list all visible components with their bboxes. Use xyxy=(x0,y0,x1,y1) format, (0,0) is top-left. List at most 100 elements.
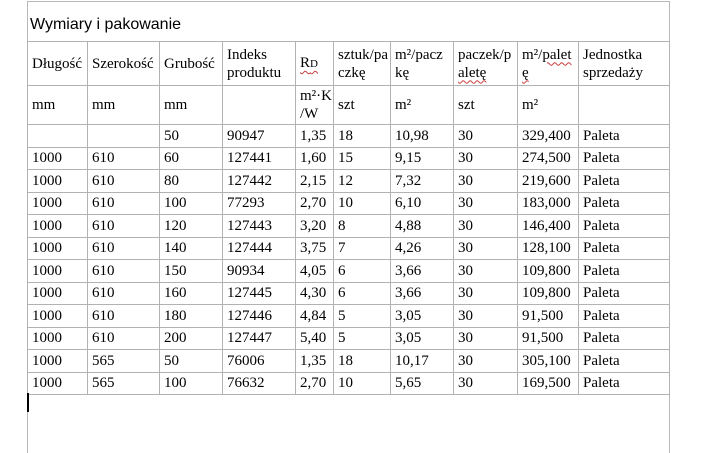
table-cell: 4,30 xyxy=(295,281,334,305)
table-cell: 274,500 xyxy=(517,146,579,170)
header-text: sztuk/pa xyxy=(338,46,388,63)
misspelled-text: palet xyxy=(542,46,572,63)
table-cell: 610 xyxy=(87,281,160,305)
table-cell: 180 xyxy=(159,304,223,328)
header-cell: Szerokość xyxy=(87,41,160,86)
header-row: Długość Szerokość Grubość Indeks produktu RD s… xyxy=(27,41,670,86)
table-cell: 610 xyxy=(87,236,160,260)
table-cell: 1,35 xyxy=(295,124,334,148)
header-cell: paczek/p aletę xyxy=(453,41,518,86)
text-boundary-top xyxy=(27,1,670,2)
table-row: 1000 610 140 127444 3,75 7 4,26 30 128,100 Paleta xyxy=(27,236,670,260)
unit-cell: mm xyxy=(27,85,88,125)
table-cell: Paleta xyxy=(578,236,670,260)
header-text: Indeks xyxy=(227,46,267,63)
table-cell: 80 xyxy=(159,169,223,193)
table-row: 50 90947 1,35 18 10,98 30 329,400 Paleta xyxy=(27,124,670,148)
table-cell: 90934 xyxy=(222,259,296,283)
table-cell: 18 xyxy=(333,349,391,373)
table-cell: 1000 xyxy=(27,236,88,260)
table-row: 1000 610 120 127443 3,20 8 4,88 30 146,400 Paleta xyxy=(27,214,670,238)
table-row: 1000 610 180 127446 4,84 5 3,05 30 91,500 Paleta xyxy=(27,304,670,328)
misspelled-text: ę xyxy=(522,64,529,81)
unit-cell: szt xyxy=(333,85,391,125)
table-cell: 1000 xyxy=(27,259,88,283)
table-cell: Paleta xyxy=(578,259,670,283)
header-cell: RD xyxy=(295,41,334,86)
header-text: czkę xyxy=(338,64,366,81)
table-cell: 9,15 xyxy=(390,146,454,170)
table-cell: 18 xyxy=(333,124,391,148)
table-cell: 100 xyxy=(159,191,223,215)
table-cell: 2,70 xyxy=(295,191,334,215)
table-cell: 127444 xyxy=(222,236,296,260)
table-cell: 77293 xyxy=(222,191,296,215)
table-cell: 169,500 xyxy=(517,371,579,395)
table-cell: 3,75 xyxy=(295,236,334,260)
table-cell: 120 xyxy=(159,214,223,238)
table-cell: Paleta xyxy=(578,169,670,193)
table-cell: 1000 xyxy=(27,214,88,238)
table-cell: Paleta xyxy=(578,371,670,395)
table-cell: 109,800 xyxy=(517,259,579,283)
table-cell: 7 xyxy=(333,236,391,260)
table-cell: 10 xyxy=(333,191,391,215)
table-cell: 30 xyxy=(453,281,518,305)
unit-cell xyxy=(222,85,296,125)
header-cell: sztuk/pa czkę xyxy=(333,41,391,86)
table-cell: Paleta xyxy=(578,304,670,328)
table-cell: 5 xyxy=(333,304,391,328)
table-cell: Paleta xyxy=(578,191,670,215)
table-cell: 90947 xyxy=(222,124,296,148)
table-cell: 91,500 xyxy=(517,326,579,350)
table-cell: 5,40 xyxy=(295,326,334,350)
table-cell: 1,60 xyxy=(295,146,334,170)
table-cell: 127446 xyxy=(222,304,296,328)
table-cell: 91,500 xyxy=(517,304,579,328)
table-cell: Paleta xyxy=(578,214,670,238)
table-cell: 140 xyxy=(159,236,223,260)
table-cell: 6 xyxy=(333,259,391,283)
table-cell: 1000 xyxy=(27,304,88,328)
table-cell: 1000 xyxy=(27,169,88,193)
table-cell: 1000 xyxy=(27,371,88,395)
table-cell: 60 xyxy=(159,146,223,170)
table-cell: Paleta xyxy=(578,326,670,350)
table-cell: 610 xyxy=(87,304,160,328)
header-text: produktu xyxy=(227,64,282,81)
table-cell: 127442 xyxy=(222,169,296,193)
table-cell: 3,05 xyxy=(390,304,454,328)
header-text: sprzedaży xyxy=(583,64,643,81)
table-cell: 5,65 xyxy=(390,371,454,395)
table-cell: 610 xyxy=(87,146,160,170)
unit-cell: mm xyxy=(159,85,223,125)
table-cell: 1000 xyxy=(27,281,88,305)
page-title: Wymiary i pakowanie xyxy=(30,16,182,33)
header-cell: m²/pacz kę xyxy=(390,41,454,86)
table-cell: 3,66 xyxy=(390,259,454,283)
table-cell: 30 xyxy=(453,326,518,350)
table-cell: 30 xyxy=(453,169,518,193)
table-cell: 6,10 xyxy=(390,191,454,215)
document-page[interactable]: Wymiary i pakowanie Długość Szerokość Grub… xyxy=(0,0,721,453)
unit-cell: m² xyxy=(517,85,579,125)
table-cell: Paleta xyxy=(578,146,670,170)
table-cell: 305,100 xyxy=(517,349,579,373)
table-cell: 30 xyxy=(453,236,518,260)
table-cell: 5 xyxy=(333,326,391,350)
table-cell: 10 xyxy=(333,371,391,395)
table-cell: 219,600 xyxy=(517,169,579,193)
misspelled-text: D xyxy=(310,58,318,70)
table-row: 1000 610 100 77293 2,70 10 6,10 30 183,000 Paleta xyxy=(27,191,670,215)
table-cell: 4,26 xyxy=(390,236,454,260)
text-cursor xyxy=(27,393,29,412)
table-cell: 3,20 xyxy=(295,214,334,238)
header-text: m²/pacz xyxy=(395,46,443,63)
table-cell: 160 xyxy=(159,281,223,305)
table-cell: 8 xyxy=(333,214,391,238)
unit-cell: mm xyxy=(87,85,160,125)
table-cell: 10,98 xyxy=(390,124,454,148)
table-cell: 1,35 xyxy=(295,349,334,373)
header-text: Szerokość xyxy=(92,55,154,72)
table-cell: 3,66 xyxy=(390,281,454,305)
